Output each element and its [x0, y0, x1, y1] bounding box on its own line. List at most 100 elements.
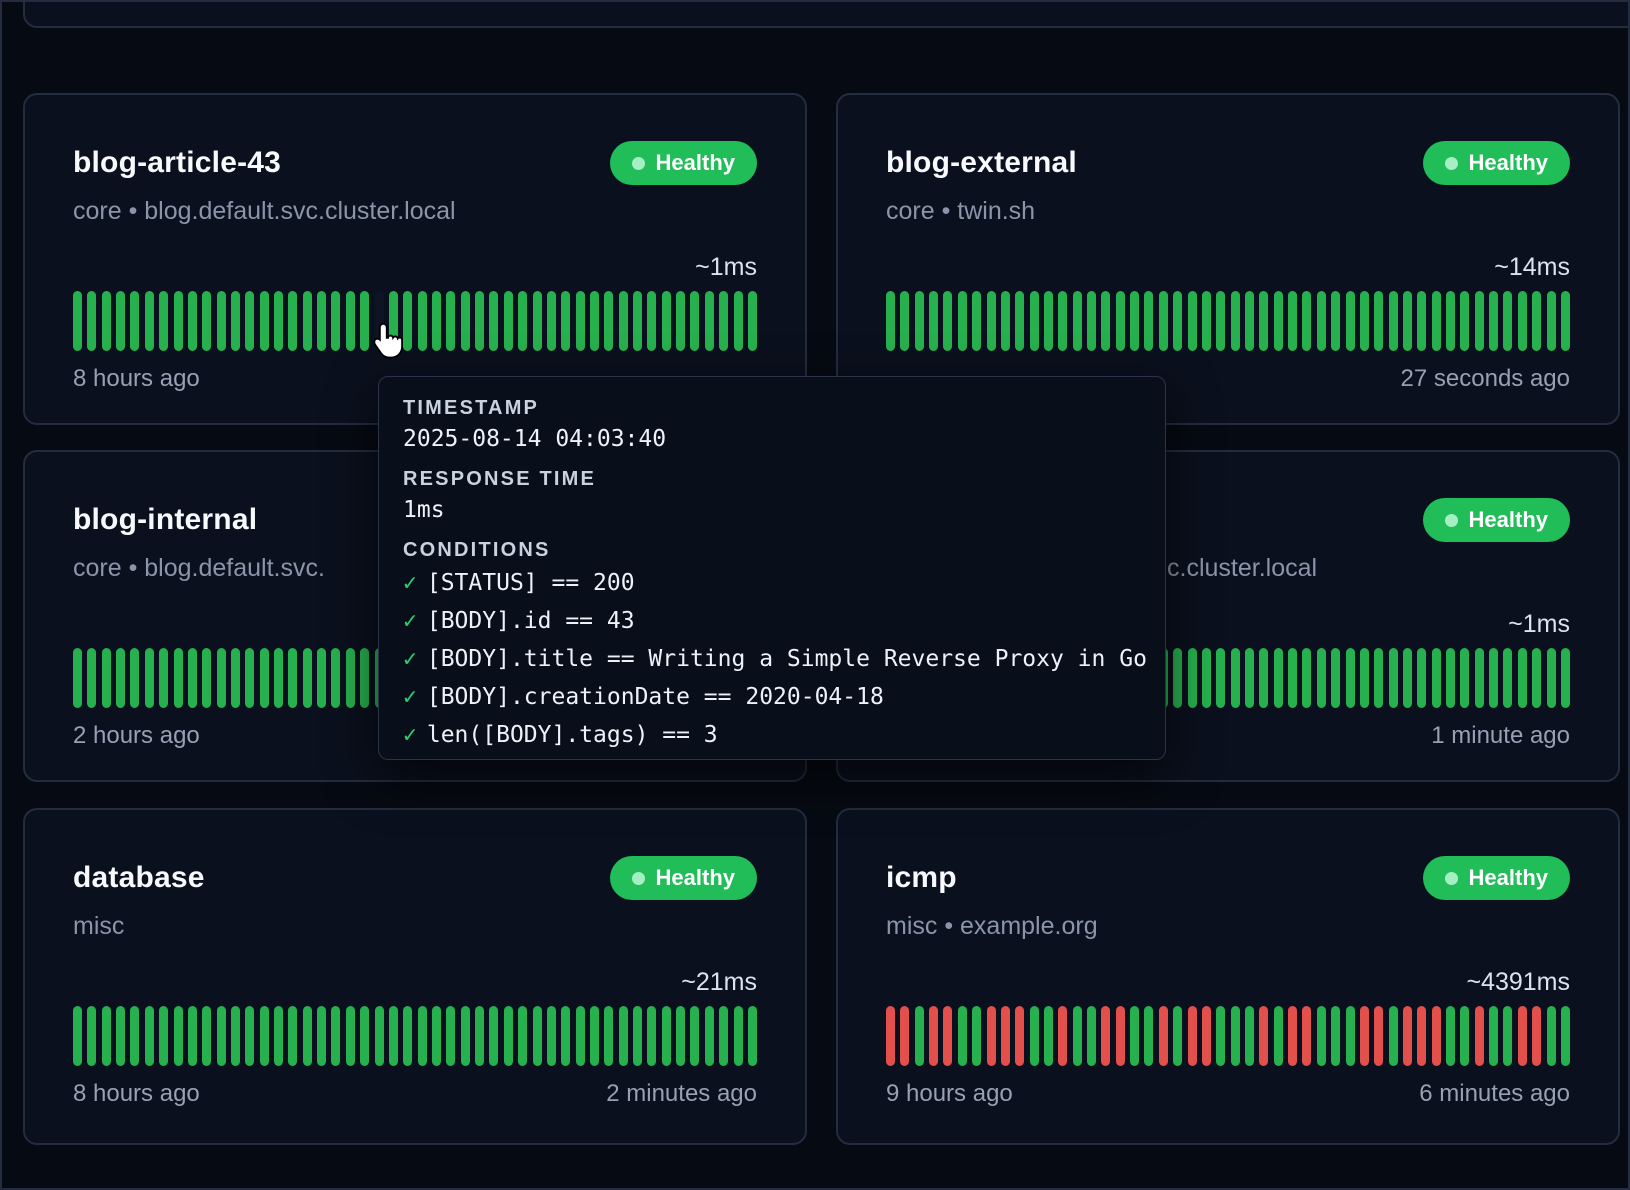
- status-bar[interactable]: [360, 648, 369, 708]
- status-bar[interactable]: [1403, 1006, 1412, 1066]
- status-bar[interactable]: [987, 291, 996, 351]
- status-bar[interactable]: [1288, 291, 1297, 351]
- status-bar[interactable]: [1346, 648, 1355, 708]
- status-bar[interactable]: [288, 1006, 297, 1066]
- status-bar[interactable]: [461, 291, 470, 351]
- status-bar[interactable]: [1030, 291, 1039, 351]
- status-bar[interactable]: [1489, 291, 1498, 351]
- status-bar[interactable]: [561, 291, 570, 351]
- status-bar[interactable]: [1216, 291, 1225, 351]
- status-bar[interactable]: [1547, 648, 1556, 708]
- status-bar[interactable]: [403, 1006, 412, 1066]
- status-bar[interactable]: [1532, 648, 1541, 708]
- status-bar[interactable]: [303, 1006, 312, 1066]
- status-bar[interactable]: [1245, 1006, 1254, 1066]
- status-bar[interactable]: [231, 1006, 240, 1066]
- status-bar[interactable]: [604, 1006, 613, 1066]
- status-bar[interactable]: [1144, 1006, 1153, 1066]
- status-bar[interactable]: [604, 291, 613, 351]
- status-bar[interactable]: [1087, 1006, 1096, 1066]
- status-bar[interactable]: [690, 1006, 699, 1066]
- status-bar[interactable]: [1274, 1006, 1283, 1066]
- status-bar[interactable]: [1561, 1006, 1570, 1066]
- status-bar[interactable]: [1317, 291, 1326, 351]
- status-bar[interactable]: [360, 291, 369, 351]
- status-bar[interactable]: [188, 1006, 197, 1066]
- status-bar[interactable]: [1259, 1006, 1268, 1066]
- status-bar[interactable]: [116, 648, 125, 708]
- status-bar[interactable]: [73, 291, 82, 351]
- status-bar[interactable]: [116, 291, 125, 351]
- status-bar[interactable]: [317, 648, 326, 708]
- status-bar[interactable]: [1073, 1006, 1082, 1066]
- status-bar[interactable]: [1374, 1006, 1383, 1066]
- status-bar[interactable]: [504, 291, 513, 351]
- status-bar[interactable]: [102, 291, 111, 351]
- status-bar[interactable]: [1245, 648, 1254, 708]
- status-bar[interactable]: [1432, 1006, 1441, 1066]
- status-bar[interactable]: [547, 291, 556, 351]
- status-bar[interactable]: [1503, 648, 1512, 708]
- status-bar[interactable]: [1331, 648, 1340, 708]
- status-bar[interactable]: [1044, 1006, 1053, 1066]
- status-bar[interactable]: [87, 291, 96, 351]
- status-bar[interactable]: [518, 1006, 527, 1066]
- status-bar[interactable]: [1116, 1006, 1125, 1066]
- status-bar[interactable]: [1403, 291, 1412, 351]
- status-bar[interactable]: [159, 291, 168, 351]
- status-bar[interactable]: [1460, 1006, 1469, 1066]
- status-bar[interactable]: [1403, 648, 1412, 708]
- status-bar[interactable]: [260, 291, 269, 351]
- status-bar[interactable]: [217, 648, 226, 708]
- status-bar[interactable]: [647, 1006, 656, 1066]
- status-bar[interactable]: [331, 291, 340, 351]
- status-bar[interactable]: [1044, 291, 1053, 351]
- status-bar[interactable]: [1547, 1006, 1556, 1066]
- status-bar[interactable]: [576, 291, 585, 351]
- status-bar[interactable]: [130, 291, 139, 351]
- status-bar[interactable]: [972, 291, 981, 351]
- status-bar[interactable]: [1144, 291, 1153, 351]
- status-bar[interactable]: [987, 1006, 996, 1066]
- status-bar[interactable]: [245, 1006, 254, 1066]
- status-bar[interactable]: [202, 291, 211, 351]
- status-bar[interactable]: [1058, 291, 1067, 351]
- status-bar[interactable]: [188, 648, 197, 708]
- status-bar[interactable]: [647, 291, 656, 351]
- status-bar[interactable]: [346, 1006, 355, 1066]
- status-bar[interactable]: [1130, 1006, 1139, 1066]
- status-bar[interactable]: [662, 1006, 671, 1066]
- endpoint-card[interactable]: icmp Healthy misc • example.org ~4391ms …: [836, 808, 1620, 1145]
- status-bar[interactable]: [1432, 648, 1441, 708]
- status-bar[interactable]: [547, 1006, 556, 1066]
- status-bar[interactable]: [159, 1006, 168, 1066]
- status-bar[interactable]: [102, 648, 111, 708]
- status-bar[interactable]: [943, 291, 952, 351]
- status-bar[interactable]: [1159, 291, 1168, 351]
- status-bar[interactable]: [87, 1006, 96, 1066]
- status-bar[interactable]: [518, 291, 527, 351]
- status-bar[interactable]: [174, 1006, 183, 1066]
- status-bar[interactable]: [1259, 291, 1268, 351]
- status-bar[interactable]: [734, 291, 743, 351]
- status-bar[interactable]: [1489, 1006, 1498, 1066]
- status-bar[interactable]: [102, 1006, 111, 1066]
- status-bar[interactable]: [676, 291, 685, 351]
- status-bar[interactable]: [87, 648, 96, 708]
- status-bar[interactable]: [900, 291, 909, 351]
- status-bar[interactable]: [1173, 1006, 1182, 1066]
- status-bar[interactable]: [576, 1006, 585, 1066]
- status-bar[interactable]: [1331, 291, 1340, 351]
- status-bar[interactable]: [159, 648, 168, 708]
- status-bar[interactable]: [1073, 291, 1082, 351]
- status-bar[interactable]: [633, 291, 642, 351]
- status-bar[interactable]: [886, 291, 895, 351]
- status-bar[interactable]: [1087, 291, 1096, 351]
- status-bar[interactable]: [1216, 1006, 1225, 1066]
- status-bar[interactable]: [217, 291, 226, 351]
- status-bar[interactable]: [418, 291, 427, 351]
- status-bar[interactable]: [1317, 648, 1326, 708]
- status-bar[interactable]: [561, 1006, 570, 1066]
- status-bar[interactable]: [1346, 1006, 1355, 1066]
- status-bar[interactable]: [1216, 648, 1225, 708]
